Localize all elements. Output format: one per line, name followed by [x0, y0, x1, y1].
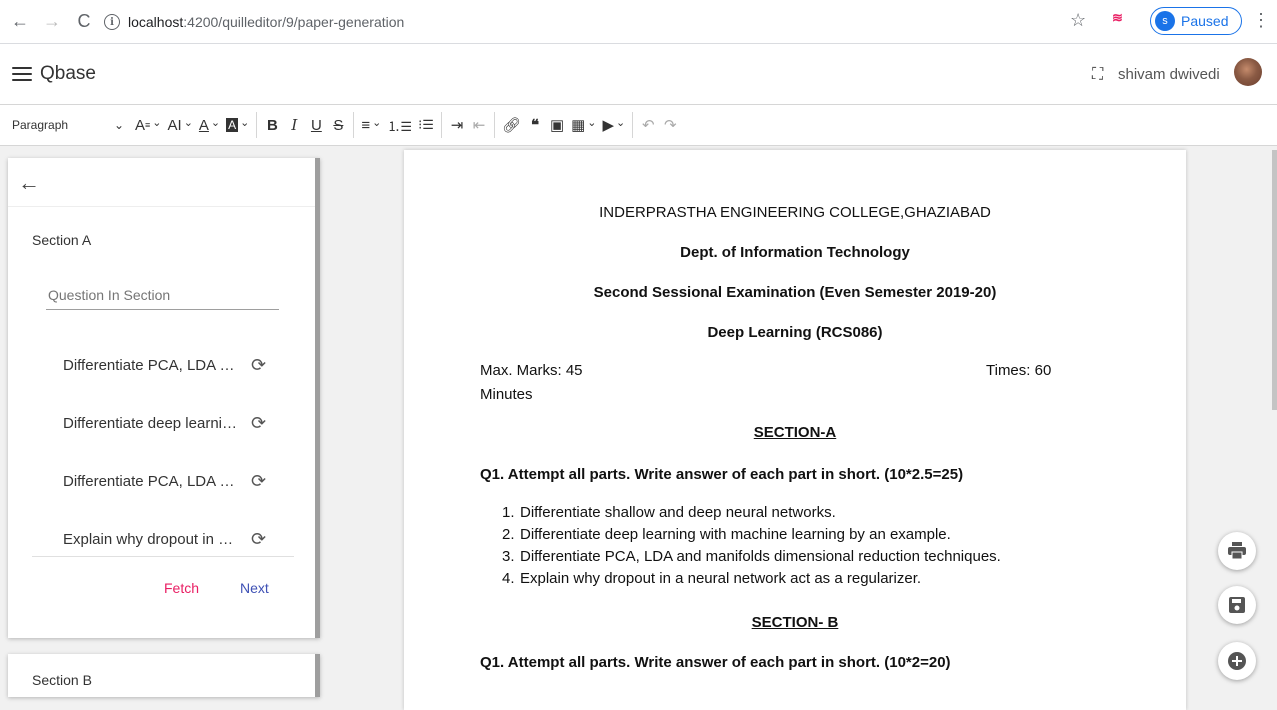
department-name: Dept. of Information Technology	[680, 244, 910, 261]
subject-title: Deep Learning (RCS086)	[707, 324, 883, 341]
blockquote-icon[interactable]: ❝	[524, 111, 546, 139]
refresh-icon[interactable]: ⟳	[251, 471, 266, 492]
image-icon[interactable]: ▣	[546, 111, 568, 139]
paragraph-format-select[interactable]: Paragraph ⌄	[12, 118, 132, 132]
reload-icon[interactable]: C	[72, 10, 96, 34]
section-b-question: Q1. Attempt all parts. Write answer of e…	[480, 654, 951, 671]
strikethrough-icon[interactable]: S	[327, 111, 349, 139]
refresh-icon[interactable]: ⟳	[251, 355, 266, 376]
question-list: Differentiate PCA, LDA and manifolds dim…	[8, 336, 315, 568]
app-header: Qbase ⛶ shivam dwivedi	[0, 44, 1277, 104]
college-name: INDERPRASTHA ENGINEERING COLLEGE,GHAZIAB…	[599, 204, 991, 221]
section-panel: ← Section A Differentiate PCA, LDA and m…	[8, 158, 320, 638]
table-icon[interactable]: ▦	[568, 111, 599, 139]
list-item: 3. Differentiate PCA, LDA and manifolds d…	[502, 548, 1001, 565]
redo-icon[interactable]: ↷	[659, 111, 681, 139]
section-a-list: 1. Differentiate shallow and deep neural …	[502, 502, 1001, 590]
back-arrow-icon[interactable]: ←	[18, 170, 40, 196]
italic-icon[interactable]: I	[283, 111, 305, 139]
link-icon[interactable]: 🔗︎	[499, 111, 524, 139]
question-text: Differentiate deep learning with machine…	[63, 414, 241, 432]
hamburger-menu-icon[interactable]	[12, 67, 32, 81]
list-item: 2. Differentiate deep learning with machi…	[502, 526, 951, 543]
font-family-icon[interactable]: AI	[165, 111, 196, 139]
refresh-icon[interactable]: ⟳	[251, 413, 266, 434]
browser-menu-icon[interactable]: ⋮	[1252, 10, 1270, 31]
scrollbar[interactable]	[1272, 150, 1277, 410]
list-item: 1. Differentiate shallow and deep neural …	[502, 504, 836, 521]
address-bar[interactable]: i localhost:4200/quilleditor/9/paper-gen…	[104, 6, 1134, 38]
url-host: localhost	[128, 14, 184, 30]
exam-minutes: Minutes	[480, 386, 533, 403]
fullscreen-icon[interactable]: ⛶	[1092, 66, 1103, 84]
editor-toolbar: Paragraph ⌄ A≡ AI A A B I U S ≡ ⒈☰ ⁝☰ ⇥ …	[0, 104, 1277, 146]
document-page[interactable]: INDERPRASTHA ENGINEERING COLLEGE,GHAZIAB…	[404, 150, 1186, 710]
extension-icon[interactable]: ≋	[1112, 10, 1123, 26]
question-in-section-input[interactable]	[46, 280, 279, 310]
next-button[interactable]: Next	[240, 580, 269, 596]
profile-status: Paused	[1181, 13, 1229, 29]
section-b-heading: SECTION- B	[751, 614, 839, 631]
user-name[interactable]: shivam dwivedi	[1118, 66, 1220, 83]
section-a-heading: SECTION-A	[753, 424, 837, 441]
bookmark-star-icon[interactable]: ☆	[1070, 10, 1086, 31]
bulleted-list-icon[interactable]: ⁝☰	[415, 111, 437, 139]
question-text: Explain why dropout in a neural network …	[63, 530, 241, 548]
site-info-icon[interactable]: i	[104, 14, 120, 30]
question-text: Differentiate PCA, LDA and manifolds dim…	[63, 356, 241, 374]
list-item: 4. Explain why dropout in a neural networ…	[502, 570, 922, 587]
fetch-button[interactable]: Fetch	[164, 580, 199, 596]
refresh-icon[interactable]: ⟳	[251, 529, 266, 550]
forward-nav-icon[interactable]: →	[40, 10, 64, 34]
exam-times: Times: 60	[986, 362, 1052, 379]
add-circle-icon	[1228, 652, 1246, 670]
question-list-item[interactable]: Explain why dropout in a neural network …	[8, 510, 315, 568]
section-b-panel[interactable]: Section B	[8, 654, 320, 697]
print-icon	[1228, 542, 1246, 560]
bold-icon[interactable]: B	[261, 111, 283, 139]
print-button[interactable]	[1218, 532, 1256, 570]
max-marks: Max. Marks: 45	[480, 362, 583, 379]
underline-icon[interactable]: U	[305, 111, 327, 139]
save-icon	[1229, 597, 1245, 613]
back-nav-icon[interactable]: ←	[8, 10, 32, 34]
exam-title: Second Sessional Examination (Even Semes…	[593, 284, 997, 301]
section-a-question: Q1. Attempt all parts. Write answer of e…	[480, 466, 964, 483]
browser-toolbar: ← → C i localhost:4200/quilleditor/9/pap…	[0, 0, 1277, 44]
save-button[interactable]	[1218, 586, 1256, 624]
question-list-item[interactable]: Differentiate PCA, LDA and manifolds dim…	[8, 336, 315, 394]
indent-icon[interactable]: ⇥	[446, 111, 468, 139]
add-button[interactable]	[1218, 642, 1256, 680]
align-icon[interactable]: ≡	[358, 111, 384, 139]
numbered-list-icon[interactable]: ⒈☰	[384, 111, 415, 139]
media-embed-icon[interactable]: ▶	[599, 111, 628, 139]
highlight-color-icon[interactable]: A	[223, 111, 252, 139]
outdent-icon[interactable]: ⇤	[468, 111, 490, 139]
font-color-icon[interactable]: A	[196, 111, 223, 139]
question-list-item[interactable]: Differentiate PCA, LDA and manifolds dim…	[8, 452, 315, 510]
user-avatar[interactable]	[1234, 58, 1262, 86]
font-size-icon[interactable]: A ≡	[132, 111, 165, 139]
section-b-title: Section B	[32, 672, 92, 688]
question-list-item[interactable]: Differentiate deep learning with machine…	[8, 394, 315, 452]
profile-button[interactable]: s Paused	[1150, 7, 1242, 35]
url-path: :4200/quilleditor/9/paper-generation	[183, 14, 405, 30]
undo-icon[interactable]: ↶	[637, 111, 659, 139]
paragraph-format-label: Paragraph	[12, 118, 69, 132]
app-title: Qbase	[40, 63, 96, 84]
profile-avatar: s	[1155, 11, 1175, 31]
section-a-title[interactable]: Section A	[32, 232, 91, 248]
question-text: Differentiate PCA, LDA and manifolds dim…	[63, 472, 241, 490]
chevron-down-icon: ⌄	[113, 118, 124, 132]
